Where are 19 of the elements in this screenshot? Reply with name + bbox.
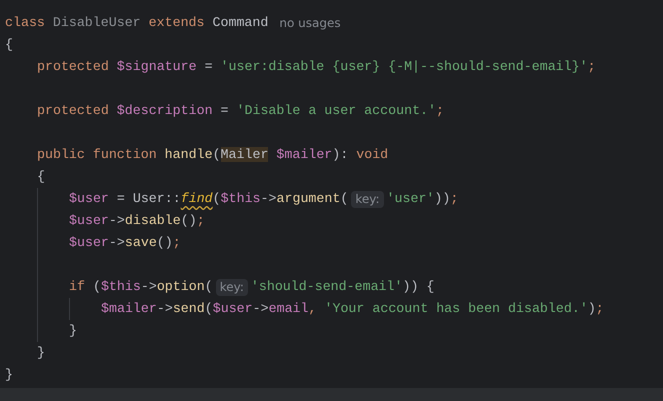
code-text: protected $description = 'Disable a user account.';: [37, 102, 444, 120]
code-text: $mailer->send($user->email, 'Your account has been disabled.');: [101, 300, 604, 318]
code-text: protected $signature = 'user:disable {user} {-M|--should-send-email}';: [37, 58, 596, 76]
code-text: public function handle(Mailer $mailer): void: [37, 146, 388, 164]
code-text: {: [5, 36, 13, 54]
code-text: 'user'));: [386, 190, 458, 208]
code-text: }: [5, 366, 13, 384]
parameter-hint: key:: [216, 278, 248, 296]
code-text: }: [37, 344, 45, 362]
code-text: $user->save();: [69, 234, 181, 252]
code-text: }: [69, 322, 77, 340]
code-text: if ($this->option(: [69, 278, 213, 296]
code-text: $user = User::find($this->argument(: [69, 190, 348, 208]
code-text: class DisableUser extends Command: [5, 14, 268, 32]
parameter-hint: key:: [351, 190, 384, 208]
usages-hint[interactable]: no usages: [279, 14, 341, 32]
code-text: 'should-send-email')) {: [250, 278, 434, 296]
code-text: $user->disable();: [69, 212, 205, 230]
code-text: {: [37, 168, 45, 186]
